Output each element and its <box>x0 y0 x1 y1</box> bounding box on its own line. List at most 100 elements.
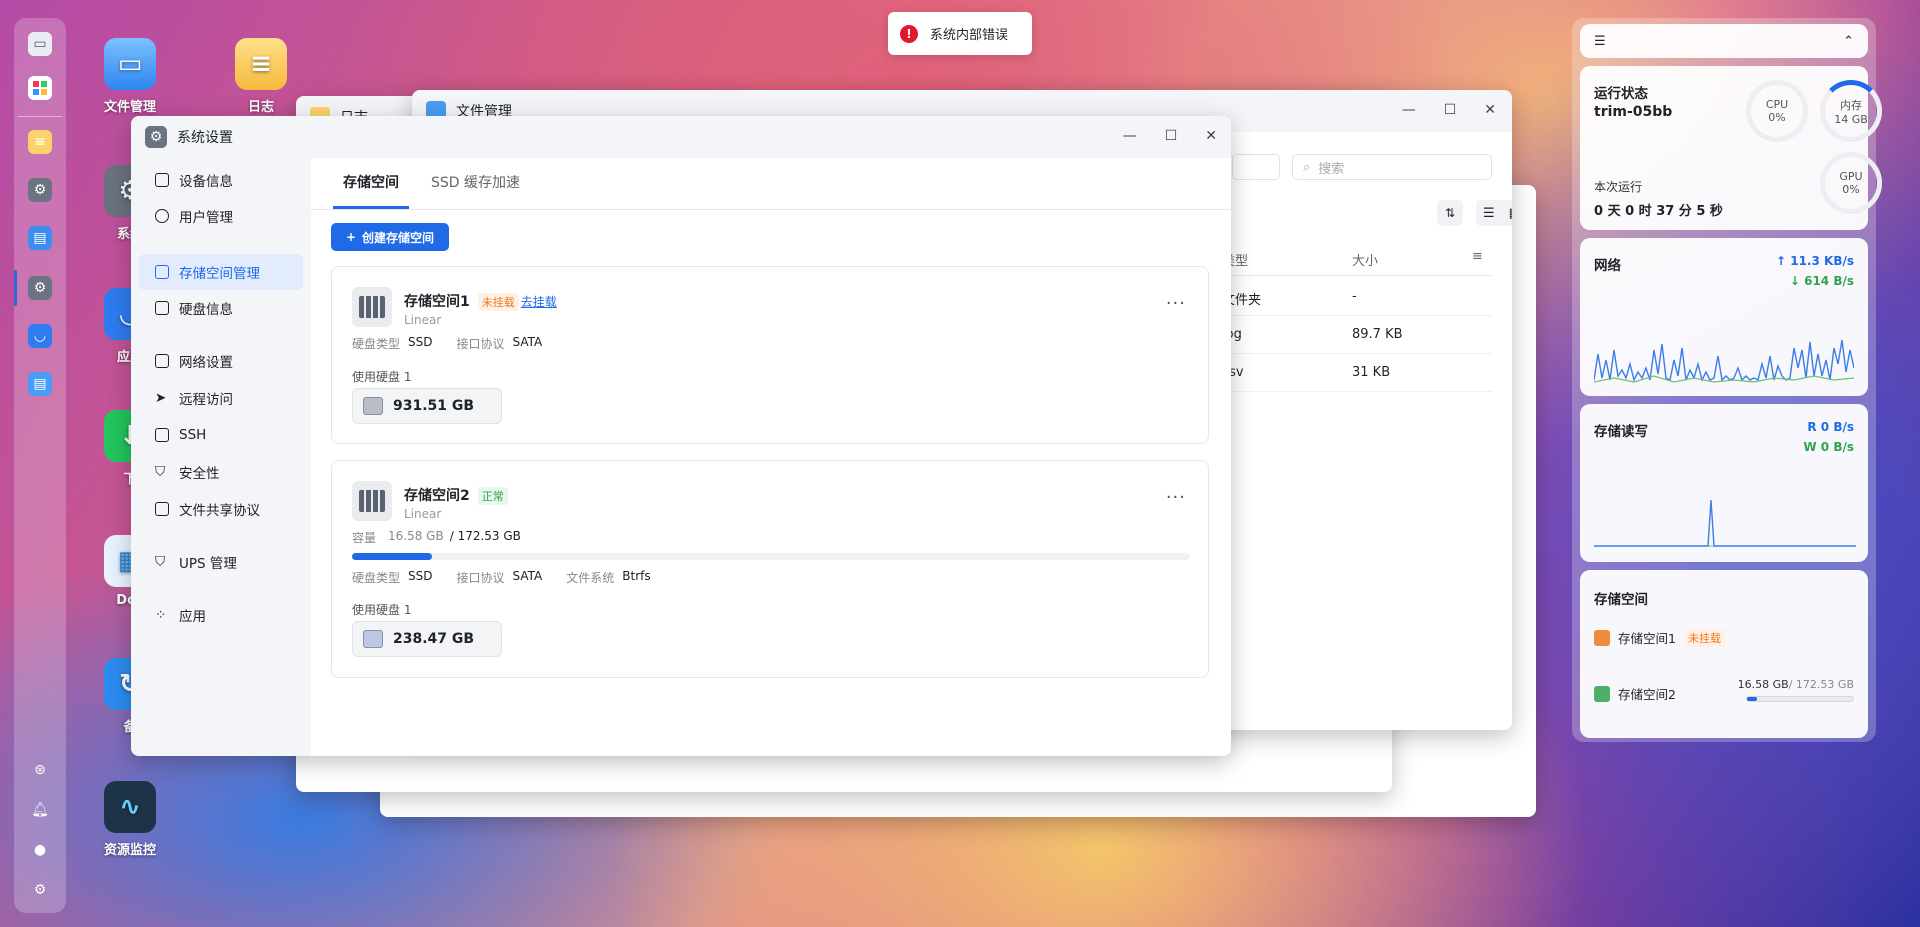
window-title: 系统设置 <box>177 130 233 146</box>
sidebar-item-apps[interactable]: ⁘ 应用 <box>139 597 303 633</box>
storage-widget-bar <box>1746 696 1854 702</box>
log-icon: ≡ <box>235 38 287 90</box>
shield-icon: ⛉ <box>155 464 166 480</box>
disk-icon <box>155 301 169 315</box>
minimize-icon[interactable]: — <box>1402 102 1416 118</box>
sidebar-item-disk-info[interactable]: 硬盘信息 <box>139 290 303 326</box>
system-settings-window[interactable]: ⚙ 系统设置 — ☐ ✕ 设备信息 用户管理 存储空间管理 硬盘信息 网络设置 … <box>131 116 1231 756</box>
hostname: trim-05bb <box>1594 104 1673 120</box>
sidebar-item-device-info[interactable]: 设备信息 <box>139 162 303 198</box>
search-input[interactable]: ⌕ 搜索 <box>1292 154 1492 180</box>
column-settings-icon[interactable]: ≡ <box>1472 249 1483 264</box>
sidebar-item-users[interactable]: 用户管理 <box>139 198 303 234</box>
tab-storage[interactable]: 存储空间 <box>333 158 409 209</box>
pool-name: 存储空间1 <box>404 294 470 310</box>
capacity-text: 容量 16.58 GB / 172.53 GB <box>352 529 521 545</box>
store-app-icon[interactable]: ◡ <box>28 324 52 348</box>
sidebar-item-storage[interactable]: 存储空间管理 <box>139 254 303 290</box>
hard-disk-icon <box>363 397 383 415</box>
status-widget[interactable]: 运行状态 trim-05bb CPU 0% 内存 14 GB GPU 0% 本次运行 … <box>1580 66 1882 230</box>
sidebar-item-ups[interactable]: ⛉ UPS 管理 <box>139 544 303 580</box>
view-toggle[interactable]: ☰ ▦ <box>1476 200 1512 226</box>
disk-chip[interactable]: 931.51 GB <box>352 388 502 424</box>
gpu-ring: GPU 0% <box>1820 152 1882 214</box>
gear-icon[interactable]: ⚙ <box>28 878 52 902</box>
capacity-bar-fill <box>352 553 433 560</box>
table-row[interactable]: csv 31 KB <box>1222 354 1492 392</box>
disk-chip[interactable]: 238.47 GB <box>352 621 502 657</box>
sidebar-item-security[interactable]: ⛉ 安全性 <box>139 454 303 490</box>
maximize-icon[interactable]: ☐ <box>1165 128 1178 144</box>
uptime-value: 0 天 0 时 37 分 5 秒 <box>1594 204 1723 219</box>
download-arrow-icon: ↓ <box>1789 274 1805 288</box>
sidebar-item-ssh[interactable]: SSH <box>139 417 303 453</box>
storage-widget-bar-fill <box>1747 697 1758 701</box>
capacity-bar <box>352 553 1190 560</box>
pool-properties: 硬盘类型 SSD 接口协议 SATA 文件系统 Btrfs <box>352 569 651 585</box>
disk-io-widget[interactable]: 存储读写 R 0 B/s W 0 B/s <box>1580 404 1868 562</box>
desktop-log[interactable]: ≡ 日志 <box>221 38 301 115</box>
disk-io-sparkline <box>1594 499 1856 547</box>
grid-view-icon[interactable]: ▦ <box>1509 206 1512 221</box>
more-options-icon[interactable]: ··· <box>1166 487 1186 508</box>
desktop-icon[interactable]: ▭ <box>28 32 52 56</box>
error-icon: ! <box>900 24 918 43</box>
device-icon <box>155 173 169 187</box>
tab-bar: 存储空间 SSD 缓存加速 <box>311 158 1231 210</box>
storage-widget-pool-1[interactable]: 存储空间1 未挂载 <box>1594 628 1725 647</box>
sidebar-item-file-sharing[interactable]: 文件共享协议 <box>139 491 303 527</box>
file-manager-app-icon[interactable]: ▤ <box>28 226 52 250</box>
log-app-icon[interactable]: ≡ <box>28 130 52 154</box>
storage-widget[interactable]: 存储空间 存储空间1 未挂载 存储空间2 16.58 GB/ 172.53 GB <box>1580 570 1868 738</box>
settings-main: 存储空间 SSD 缓存加速 + 创建存储空间 存储空间1 未挂载 去挂载 Linea… <box>311 158 1231 756</box>
gear-icon: ⚙ <box>145 126 167 148</box>
disks-used-label: 使用硬盘 1 <box>352 603 412 617</box>
path-field[interactable] <box>1232 154 1280 180</box>
list-view-icon[interactable]: ☰ <box>1483 206 1495 221</box>
tab-ssd-cache[interactable]: SSD 缓存加速 <box>421 158 530 209</box>
file-manager-running-icon[interactable]: ▤ <box>28 372 52 396</box>
widget-settings-icon[interactable]: ☰ <box>1594 34 1606 49</box>
plus-icon: + <box>345 230 357 244</box>
table-row[interactable]: log 89.7 KB <box>1222 316 1492 354</box>
maximize-icon[interactable]: ☐ <box>1444 102 1457 118</box>
sidebar-item-remote-access[interactable]: ➤ 远程访问 <box>139 380 303 416</box>
bell-icon[interactable]: 🔔︎ <box>28 798 52 822</box>
user-icon[interactable]: ● <box>28 838 52 862</box>
pool-raid-type: Linear <box>404 507 442 521</box>
app-center-icon[interactable] <box>28 76 52 100</box>
close-icon[interactable]: ✕ <box>1205 128 1217 144</box>
nas-pool-icon <box>352 481 392 521</box>
file-table-header: 类型 大小 ≡ <box>1222 240 1492 276</box>
send-icon: ➤ <box>155 390 167 406</box>
close-icon[interactable]: ✕ <box>1484 102 1496 118</box>
settings-sidebar: 设备信息 用户管理 存储空间管理 硬盘信息 网络设置 ➤ 远程访问 SSH ⛉ 安全… <box>131 158 311 756</box>
nvme-disk-icon <box>363 630 383 648</box>
system-settings-running-icon[interactable]: ⚙ <box>28 276 52 300</box>
disks-used-label: 使用硬盘 1 <box>352 370 412 384</box>
collapse-icon[interactable]: ⌃ <box>1843 34 1854 49</box>
create-storage-button[interactable]: + 创建存储空间 <box>331 223 449 251</box>
upload-arrow-icon: ↑ <box>1776 254 1791 268</box>
sort-button[interactable]: ⇅ <box>1437 200 1463 226</box>
mount-link[interactable]: 去挂载 <box>521 295 557 309</box>
desktop-file-manager[interactable]: ▭ 文件管理 <box>90 38 170 115</box>
table-row[interactable]: 文件夹 - <box>1222 278 1492 316</box>
file-share-icon <box>155 502 169 516</box>
dock: ▭ ≡ ⚙ ▤ ⚙ ◡ ▤ ⊛ 🔔︎ ● ⚙ <box>14 18 66 913</box>
settings-app-icon[interactable]: ⚙ <box>28 178 52 202</box>
link-icon[interactable]: ⊛ <box>28 758 52 782</box>
minimize-icon[interactable]: — <box>1123 128 1137 144</box>
network-widget[interactable]: 网络 ↑ 11.3 KB/s ↓ 614 B/s <box>1580 238 1868 396</box>
desktop-resource-monitor[interactable]: ∿ 资源监控 <box>90 781 170 858</box>
error-toast: ! 系统内部错误 <box>888 12 1032 55</box>
pool-name: 存储空间2 <box>404 488 470 504</box>
more-options-icon[interactable]: ··· <box>1166 293 1186 314</box>
storage-widget-pool-2[interactable]: 存储空间2 <box>1594 684 1676 703</box>
sidebar-item-network[interactable]: 网络设置 <box>139 343 303 379</box>
storage-pool-card-2: 存储空间2 正常 Linear ··· 容量 16.58 GB / 172.53 … <box>331 460 1209 678</box>
apps-grid-icon: ⁘ <box>155 607 167 623</box>
nas-pool-icon <box>352 287 392 327</box>
memory-ring: 内存 14 GB <box>1820 80 1882 142</box>
network-sparkline <box>1594 339 1854 383</box>
